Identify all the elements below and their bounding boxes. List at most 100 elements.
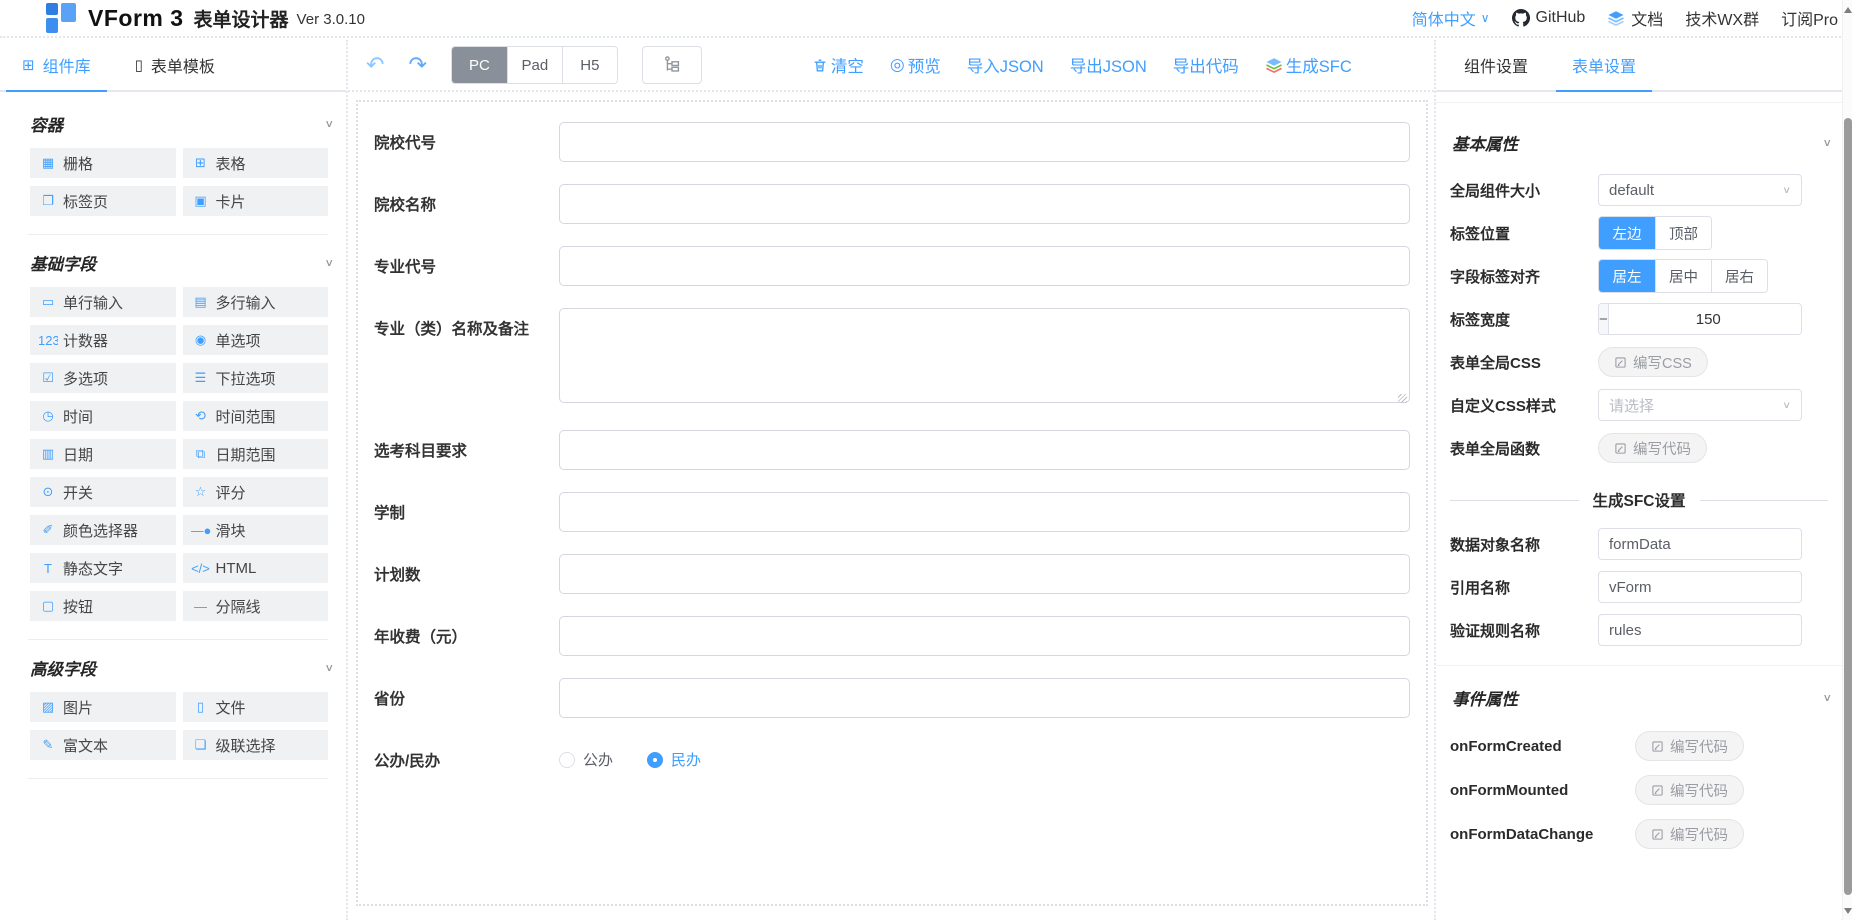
- component-item[interactable]: ⧉ 日期范围: [183, 439, 329, 469]
- component-item[interactable]: ✎ 富文本: [30, 730, 176, 760]
- form-field-row[interactable]: 学制: [374, 492, 1410, 532]
- component-item[interactable]: 123 计数器: [30, 325, 176, 355]
- form-field-row[interactable]: 省份: [374, 678, 1410, 718]
- component-item[interactable]: ❏ 级联选择: [183, 730, 329, 760]
- export-code-button[interactable]: 导出代码: [1173, 53, 1239, 77]
- text-input[interactable]: [559, 184, 1410, 224]
- component-item[interactable]: ☑ 多选项: [30, 363, 176, 393]
- component-item[interactable]: ⊞ 表格: [183, 148, 329, 178]
- ref-name-input[interactable]: [1598, 571, 1802, 603]
- text-input[interactable]: [559, 678, 1410, 718]
- edit-css-button[interactable]: 编写CSS: [1598, 347, 1708, 377]
- text-input[interactable]: [559, 246, 1410, 286]
- text-input[interactable]: [559, 122, 1410, 162]
- scrollbar-thumb[interactable]: [1844, 118, 1852, 895]
- resize-grip[interactable]: [1398, 394, 1407, 403]
- page-scrollbar[interactable]: [1842, 0, 1852, 920]
- form-field-row[interactable]: 院校名称: [374, 184, 1410, 224]
- wechat-group-link[interactable]: 技术WX群: [1685, 6, 1759, 30]
- chevron-down-icon[interactable]: ∨: [1822, 692, 1832, 705]
- component-item[interactable]: T 静态文字: [30, 553, 176, 583]
- label-position-top-button[interactable]: 顶部: [1655, 217, 1711, 249]
- form-field-row[interactable]: 选考科目要求: [374, 430, 1410, 470]
- tab-form-templates[interactable]: ▯ 表单模板: [113, 40, 237, 90]
- align-left-button[interactable]: 居左: [1599, 260, 1655, 292]
- form-widget-container[interactable]: 院校代号 院校名称 专业代号 专业（类）名称及备注: [356, 100, 1428, 906]
- device-h5-button[interactable]: H5: [562, 47, 617, 83]
- language-selector[interactable]: 简体中文 ∨: [1412, 6, 1490, 30]
- form-field-row[interactable]: 计划数: [374, 554, 1410, 594]
- component-item[interactable]: </> HTML: [183, 553, 329, 583]
- github-link[interactable]: GitHub: [1512, 9, 1586, 27]
- data-object-name-input[interactable]: [1598, 528, 1802, 560]
- scroll-down-arrow-icon[interactable]: [1844, 908, 1852, 914]
- generate-sfc-button[interactable]: 生成SFC: [1265, 53, 1352, 77]
- rules-name-input[interactable]: [1598, 614, 1802, 646]
- export-json-button[interactable]: 导出JSON: [1070, 53, 1147, 77]
- component-item[interactable]: ▦ 栅格: [30, 148, 176, 178]
- edit-event-code-button[interactable]: 编写代码: [1635, 731, 1744, 761]
- generate-sfc-label: 生成SFC: [1286, 53, 1352, 77]
- node-tree-button[interactable]: [642, 46, 702, 84]
- import-json-button[interactable]: 导入JSON: [967, 53, 1044, 77]
- html-icon: </>: [191, 561, 211, 576]
- subscribe-pro-link[interactable]: 订阅Pro: [1781, 6, 1838, 30]
- radio-option-public[interactable]: 公办: [559, 749, 613, 770]
- component-item[interactable]: ☆ 评分: [183, 477, 329, 507]
- component-item[interactable]: —● 滑块: [183, 515, 329, 545]
- component-item[interactable]: ☰ 下拉选项: [183, 363, 329, 393]
- form-field-row[interactable]: 院校代号: [374, 122, 1410, 162]
- component-item[interactable]: ▣ 卡片: [183, 186, 329, 216]
- align-center-button[interactable]: 居中: [1655, 260, 1711, 292]
- component-item[interactable]: ▥ 日期: [30, 439, 176, 469]
- custom-css-select[interactable]: 请选择 ∨: [1598, 389, 1802, 421]
- radio-circle-icon[interactable]: [647, 752, 663, 768]
- text-input[interactable]: [559, 616, 1410, 656]
- component-item[interactable]: ▯ 文件: [183, 692, 329, 722]
- edit-global-fn-button[interactable]: 编写代码: [1598, 433, 1707, 463]
- text-input[interactable]: [559, 430, 1410, 470]
- chevron-down-icon[interactable]: ∨: [324, 118, 334, 131]
- edit-event-code-button[interactable]: 编写代码: [1635, 819, 1744, 849]
- component-item[interactable]: ◉ 单选项: [183, 325, 329, 355]
- component-item[interactable]: — 分隔线: [183, 591, 329, 621]
- component-item[interactable]: ▤ 多行输入: [183, 287, 329, 317]
- preview-button[interactable]: ◎ 预览: [890, 53, 941, 77]
- widget-size-select[interactable]: default ∨: [1598, 174, 1802, 206]
- component-item[interactable]: ⊙ 开关: [30, 477, 176, 507]
- form-field-row[interactable]: 公办/民办 公办 民办: [374, 740, 1410, 771]
- undo-icon[interactable]: ↶: [362, 52, 388, 78]
- form-field-row[interactable]: 专业（类）名称及备注: [374, 308, 1410, 408]
- device-pc-button[interactable]: PC: [452, 47, 507, 83]
- align-right-button[interactable]: 居右: [1711, 260, 1767, 292]
- device-pad-button[interactable]: Pad: [507, 47, 562, 83]
- clear-button[interactable]: 清空: [812, 53, 864, 77]
- label-width-input[interactable]: [1609, 304, 1802, 334]
- chevron-down-icon[interactable]: ∨: [324, 662, 334, 675]
- tab-widget-settings[interactable]: 组件设置: [1442, 40, 1550, 90]
- text-input[interactable]: [559, 554, 1410, 594]
- component-item[interactable]: ◷ 时间: [30, 401, 176, 431]
- component-item[interactable]: ▭ 单行输入: [30, 287, 176, 317]
- text-input[interactable]: [559, 492, 1410, 532]
- radio-option-private[interactable]: 民办: [647, 749, 701, 770]
- scroll-up-arrow-icon[interactable]: [1844, 7, 1852, 13]
- radio-circle-icon[interactable]: [559, 752, 575, 768]
- component-item[interactable]: ▨ 图片: [30, 692, 176, 722]
- tab-widget-library[interactable]: ⊞ 组件库: [0, 40, 113, 90]
- edit-event-code-button[interactable]: 编写代码: [1635, 775, 1744, 805]
- label-position-left-button[interactable]: 左边: [1599, 217, 1655, 249]
- redo-icon[interactable]: ↷: [404, 52, 430, 78]
- textarea-input[interactable]: [559, 308, 1410, 403]
- chevron-down-icon[interactable]: ∨: [324, 257, 334, 270]
- component-item[interactable]: ⟲ 时间范围: [183, 401, 329, 431]
- component-item[interactable]: ▢ 按钮: [30, 591, 176, 621]
- tab-form-settings[interactable]: 表单设置: [1550, 40, 1658, 90]
- docs-link[interactable]: 文档: [1607, 6, 1663, 30]
- form-field-row[interactable]: 专业代号: [374, 246, 1410, 286]
- stepper-decrease-button[interactable]: −: [1599, 304, 1609, 334]
- component-item[interactable]: ✐ 颜色选择器: [30, 515, 176, 545]
- chevron-down-icon[interactable]: ∨: [1822, 137, 1832, 150]
- component-item[interactable]: ❐ 标签页: [30, 186, 176, 216]
- form-field-row[interactable]: 年收费（元）: [374, 616, 1410, 656]
